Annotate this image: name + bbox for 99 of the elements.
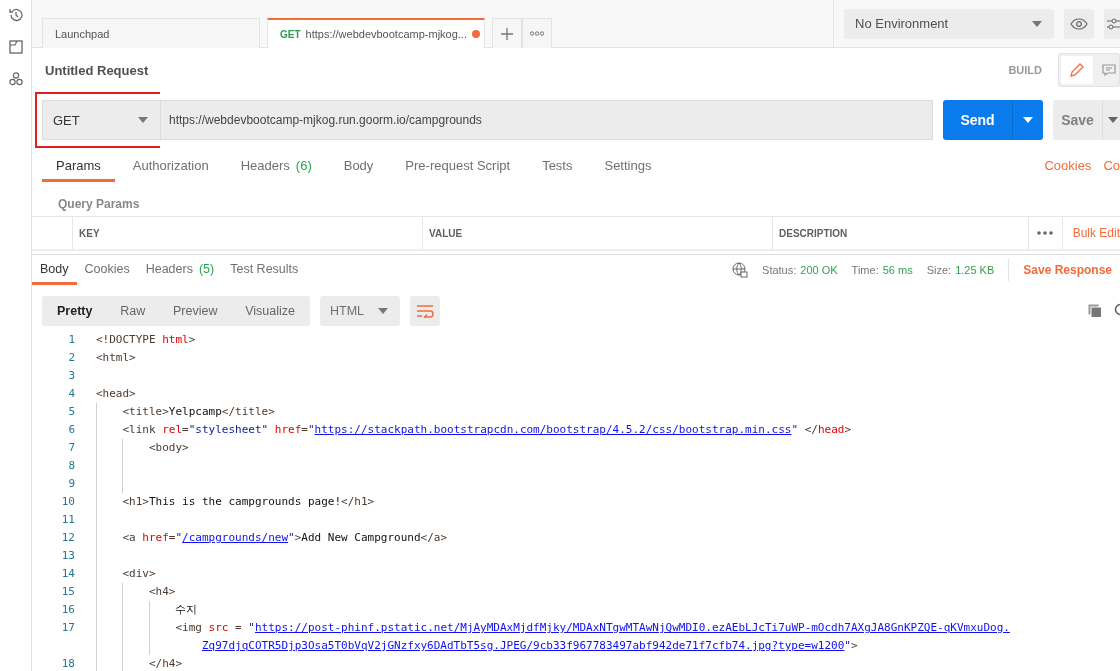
apis-icon[interactable] xyxy=(6,70,25,88)
code-link[interactable]: https://stackpath.bootstrapcdn.com/bootstrap/4.5.2/css/bootstrap.min.css xyxy=(314,423,792,436)
eye-icon xyxy=(1070,17,1088,30)
code-line: <html> xyxy=(96,350,136,366)
request-tab[interactable]: GET https://webdevbootcamp-mjkog... xyxy=(267,18,485,48)
mode-button[interactable] xyxy=(1061,56,1093,84)
line-number: 17 xyxy=(60,620,75,636)
line-number: 4 xyxy=(67,386,75,402)
more-icon xyxy=(1037,231,1054,235)
section-title: Query Params xyxy=(58,196,141,213)
request-tab[interactable]: Launchpad xyxy=(42,18,260,48)
line-number: 13 xyxy=(60,548,75,564)
request-section-tab[interactable]: Authorization xyxy=(118,152,223,182)
folder-icon[interactable] xyxy=(6,38,25,56)
line-number: 8 xyxy=(67,458,75,474)
view-mode-tab[interactable]: Visualize xyxy=(236,296,304,326)
code-link[interactable]: /campgrounds/new xyxy=(182,531,289,544)
line-number: 9 xyxy=(67,476,75,492)
code-line: <h4> xyxy=(148,584,176,600)
settings-button[interactable] xyxy=(1104,8,1120,39)
cookies-link[interactable]: Cookies xyxy=(1044,158,1092,173)
plus-icon xyxy=(501,27,513,40)
mode-label: BUILD xyxy=(1008,64,1042,76)
line-number: 3 xyxy=(67,368,75,384)
code-line: <img src = "https://post-phinf.pstatic.net/MjAyMDAxMjdfMjky/MDAxNTgwMTAwNjQwMDI0.ezAEbLJcTi7uWP-mOcdh7AXgJA8GnKPZQE-qKVmxuDog. xyxy=(175,620,1010,636)
meta-label: Status: xyxy=(762,264,797,276)
code-line: 수지 xyxy=(175,602,198,618)
view-mode-tab[interactable]: Raw xyxy=(111,296,155,326)
code-line: <h1>This is the campgrounds page!</h1> xyxy=(122,494,375,510)
url-field[interactable]: https://webdevbootcamp-mjkog.run.goorm.io/campgrounds xyxy=(160,100,933,140)
code-link[interactable]: Zq97djqCOTR5Djp3Osa5T0bVqV2jGNzfxy6DAdTbT5sg.JPEG/9cb33f967783497abf942de71f7cfb74.jpg?type=w1200 xyxy=(201,639,845,652)
method-select[interactable]: GET xyxy=(42,100,160,140)
line-number: 16 xyxy=(60,602,75,618)
meta-value: 56 ms xyxy=(882,264,913,276)
line-number: 10 xyxy=(60,494,75,510)
line-number: 12 xyxy=(60,530,75,546)
code-line: <head> xyxy=(96,386,136,402)
response-tab[interactable]: Test Results xyxy=(222,255,307,285)
response-tab[interactable]: Body xyxy=(32,255,77,285)
line-number: 14 xyxy=(60,566,75,582)
sliders-icon xyxy=(1107,16,1120,31)
line-number: 5 xyxy=(67,404,75,420)
method-label: GET xyxy=(280,28,301,40)
line-number: 15 xyxy=(60,584,75,600)
meta-label: Size: xyxy=(926,264,952,276)
bulk-edit-link[interactable]: Bulk Edit xyxy=(1061,217,1120,249)
code-line: <div> xyxy=(122,566,156,582)
response-tab[interactable]: Cookies xyxy=(76,255,138,285)
wrap-button[interactable] xyxy=(410,296,440,326)
meta-label: Time: xyxy=(851,264,879,276)
view-mode-tab[interactable]: Preview xyxy=(163,296,227,326)
meta-value: 1.25 KB xyxy=(955,264,995,276)
column-header: KEY xyxy=(72,217,422,249)
pencil-icon xyxy=(1069,62,1085,78)
code-line: Zq97djqCOTR5Djp3Osa5T0bVqV2jGNzfxy6DAdTbT5sg.JPEG/9cb33f967783497abf942de71f7cfb74.jpg?type=w1200"> xyxy=(201,638,858,654)
line-number: 1 xyxy=(67,332,75,348)
request-section-tab[interactable]: Settings xyxy=(590,152,666,182)
cookies-link[interactable]: Co xyxy=(1103,158,1120,173)
caret-icon xyxy=(1032,20,1042,27)
column-header: DESCRIPTION xyxy=(772,217,1022,249)
comment-icon xyxy=(1101,62,1117,78)
format-select[interactable]: HTML xyxy=(320,296,400,326)
request-section-tab[interactable]: Headers (6) xyxy=(226,152,326,182)
meta-value: 200 OK xyxy=(800,264,838,276)
request-section-tab[interactable]: Params xyxy=(42,152,115,182)
code-line: <a href="/campgrounds/new">Add New Campground</a> xyxy=(122,530,448,546)
view-mode-tab[interactable]: Pretty xyxy=(48,296,102,326)
history-icon[interactable] xyxy=(6,6,25,24)
caret-icon xyxy=(1023,117,1033,123)
code-line: <!DOCTYPE html> xyxy=(96,332,196,348)
globe-lock-icon xyxy=(732,262,749,278)
code-line: </h4> xyxy=(148,656,183,671)
line-number: 6 xyxy=(67,422,75,438)
code-link[interactable]: https://post-phinf.pstatic.net/MjAyMDAxMjdfMjky/MDAxNTgwMTAwNjQwMDI0.ezAEbLJcTi7uWP-mOcdh7AXgJA8GnKPZQE-qKVmxuDog. xyxy=(254,621,1010,634)
copy-icon[interactable] xyxy=(1088,304,1102,318)
environment-select[interactable]: No Environment xyxy=(844,8,1054,39)
more-icon xyxy=(530,31,544,36)
caret-icon xyxy=(138,117,148,123)
code-line: <link rel="stylesheet" href="https://stackpath.bootstrapcdn.com/bootstrap/4.5.2/css/bootstrap.min.css" </head> xyxy=(122,422,852,438)
request-title: Untitled Request xyxy=(45,62,149,78)
wrap-icon xyxy=(416,304,434,318)
caret-icon xyxy=(1108,117,1118,123)
request-section-tab[interactable]: Pre-request Script xyxy=(391,152,525,182)
tab-title: https://webdevbootcamp-mjkog... xyxy=(305,28,467,40)
eye-button[interactable] xyxy=(1064,8,1094,39)
column-header: VALUE xyxy=(422,217,772,249)
line-number: 2 xyxy=(67,350,75,366)
line-number: 7 xyxy=(67,440,75,456)
code-line: <title>Yelpcamp</title> xyxy=(122,404,275,420)
line-number: 11 xyxy=(60,512,75,528)
tab-title: Launchpad xyxy=(55,27,110,40)
request-section-tab[interactable]: Tests xyxy=(528,152,587,182)
response-tab[interactable]: Headers (5) xyxy=(137,255,223,285)
request-section-tab[interactable]: Body xyxy=(329,152,388,182)
code-line: <body> xyxy=(148,440,189,456)
caret-icon xyxy=(378,308,388,314)
line-number: 18 xyxy=(60,656,75,671)
save-response-link[interactable]: Save Response xyxy=(1023,263,1112,277)
new-tab-button[interactable] xyxy=(492,18,522,48)
